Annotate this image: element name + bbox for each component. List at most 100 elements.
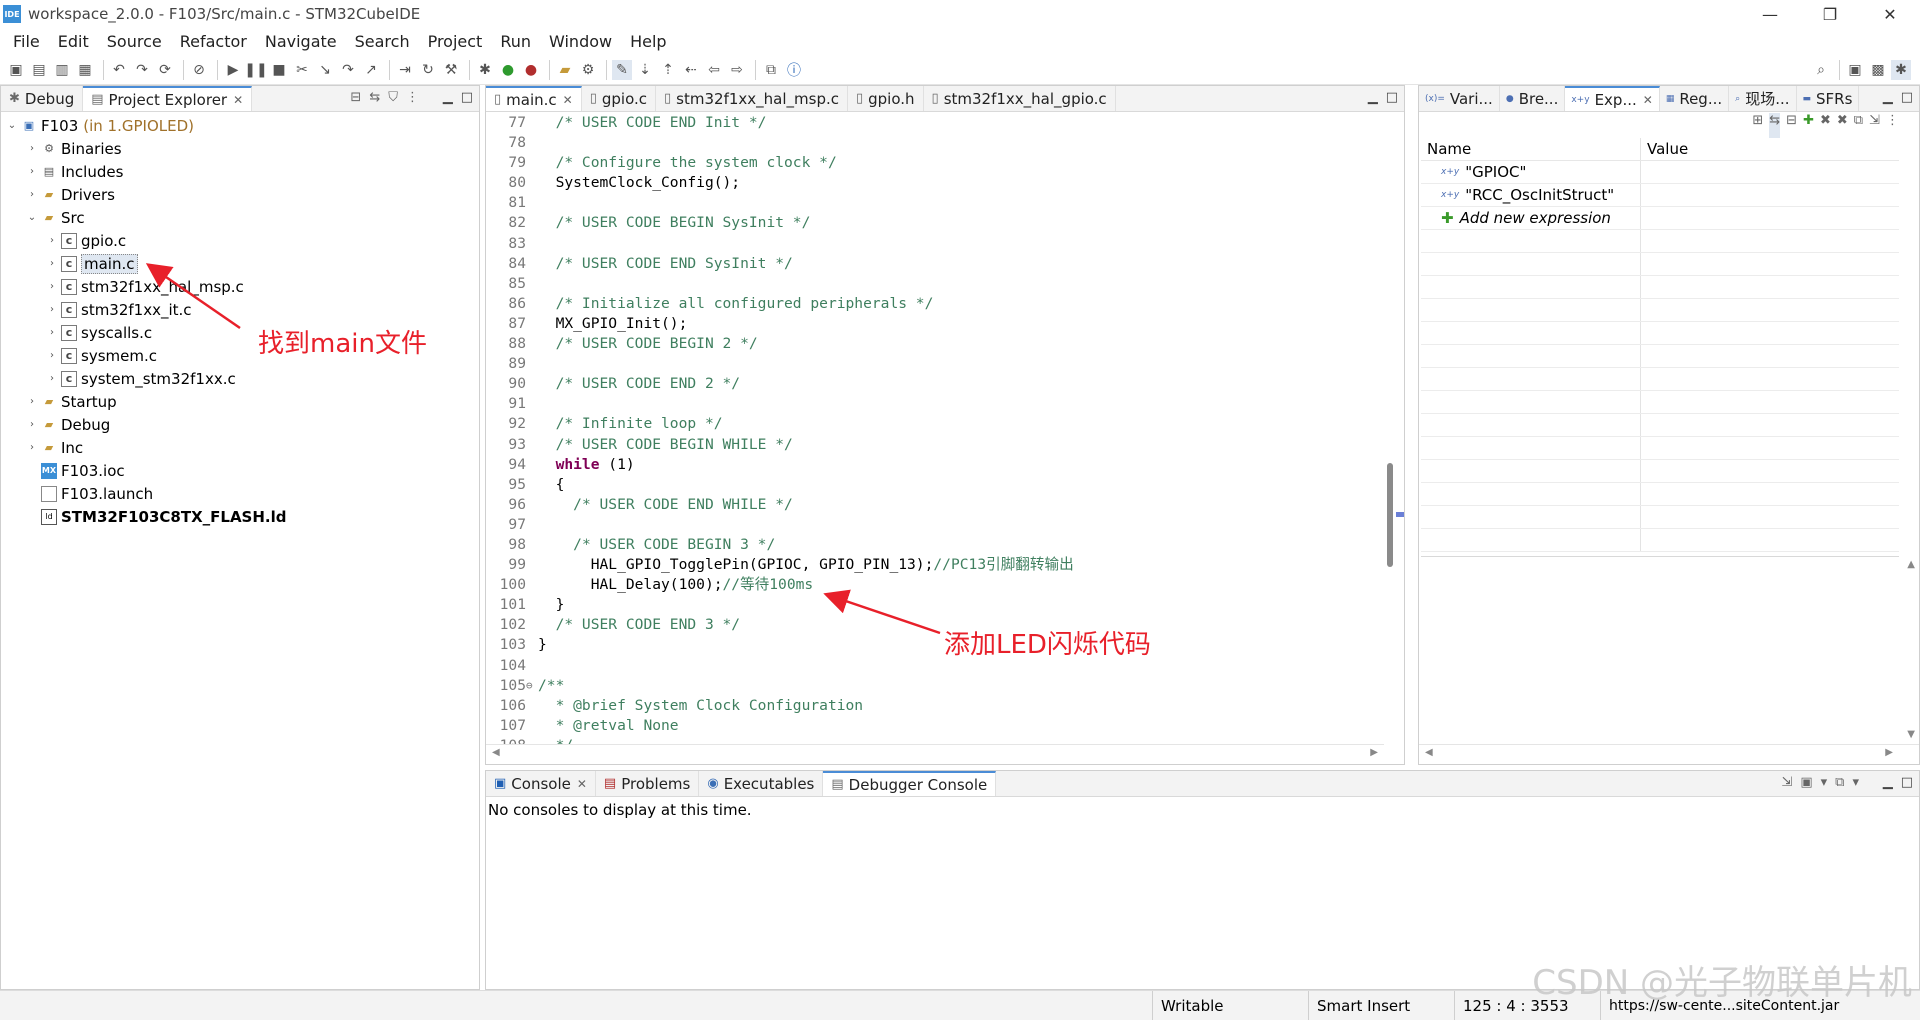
code-line[interactable]: 107 * @retval None <box>486 716 1384 736</box>
close-icon[interactable]: ✕ <box>563 93 573 107</box>
external-tools-icon[interactable]: ● <box>521 60 541 80</box>
code-line[interactable]: 99 HAL_GPIO_TogglePin(GPIOC, GPIO_PIN_13… <box>486 555 1384 575</box>
close-icon[interactable]: ✕ <box>233 93 243 107</box>
highlight-icon[interactable]: ✎ <box>612 59 632 80</box>
refresh-icon[interactable]: ⟳ <box>155 60 175 80</box>
tree-item-project[interactable]: ⌄ ▣ F103 (in 1.GPIOLED) <box>1 114 479 137</box>
tree-item[interactable]: › ▰ Inc <box>1 436 479 459</box>
tree-item[interactable]: › c main.c <box>1 252 479 275</box>
tab-debug-view[interactable]: x+y Exp... ✕ <box>1565 86 1660 111</box>
restart-icon[interactable]: ↻ <box>418 60 438 80</box>
scroll-right-icon[interactable]: ▶ <box>1885 747 1893 758</box>
chevron-right-icon[interactable]: › <box>25 189 39 200</box>
menu-source[interactable]: Source <box>98 32 171 51</box>
scroll-down-icon[interactable]: ▼ <box>1907 729 1915 740</box>
build-icon[interactable]: ⚙ <box>578 60 598 80</box>
pin-console-icon[interactable]: ⇲ <box>1781 775 1792 790</box>
expressions-horizontal-scrollbar[interactable]: ◀ ▶ <box>1419 744 1919 764</box>
chevron-down-icon[interactable]: ⌄ <box>5 120 19 131</box>
remove-all-icon[interactable]: ✖ <box>1837 113 1848 138</box>
code-line[interactable]: 101 } <box>486 595 1384 615</box>
step-into-icon[interactable]: ↘ <box>315 60 335 80</box>
tree-item[interactable]: › c system_stm32f1xx.c <box>1 367 479 390</box>
chevron-right-icon[interactable]: › <box>25 396 39 407</box>
tree-item[interactable]: › ▰ Debug <box>1 413 479 436</box>
terminate-icon[interactable]: ■ <box>269 60 289 80</box>
tab-debug-view[interactable]: ▦ Reg... <box>1660 86 1730 111</box>
tab-debugger-console[interactable]: ▤ Debugger Console <box>823 771 997 796</box>
tab-debug-view[interactable]: ▬ SFRs <box>1797 86 1860 111</box>
tree-item[interactable]: › ⚙ Binaries <box>1 137 479 160</box>
suspend-icon[interactable]: ❚❚ <box>244 60 267 80</box>
code-line[interactable]: 90 /* USER CODE END 2 */ <box>486 374 1384 394</box>
minimize-view-icon[interactable]: ▁ <box>443 90 453 105</box>
pin-icon[interactable]: ⇲ <box>1869 113 1880 138</box>
close-button[interactable]: ✕ <box>1860 0 1920 28</box>
overview-ruler-mark[interactable] <box>1396 512 1404 517</box>
status-insert-mode[interactable]: Smart Insert <box>1308 991 1454 1020</box>
step-return-icon[interactable]: ↗ <box>361 60 381 80</box>
code-line[interactable]: 94 while (1) <box>486 455 1384 475</box>
tab-debug-view[interactable]: ⌕ 现场... <box>1729 86 1797 111</box>
menu-file[interactable]: File <box>4 32 49 51</box>
display-console-icon[interactable]: ▣ <box>1800 775 1812 790</box>
tree-item[interactable]: F103.launch <box>1 482 479 505</box>
prev-annotation-icon[interactable]: ⇡ <box>658 60 678 80</box>
instruction-step-icon[interactable]: ⇥ <box>395 60 415 80</box>
scrollbar-thumb[interactable] <box>1387 463 1393 567</box>
tab-stm32f1xx-hal-gpio-c[interactable]: ▯ stm32f1xx_hal_gpio.c <box>924 86 1116 111</box>
code-line[interactable]: 103} <box>486 635 1384 655</box>
code-line[interactable]: 80 SystemClock_Config(); <box>486 173 1384 193</box>
minimize-button[interactable]: — <box>1740 0 1800 28</box>
chevron-right-icon[interactable]: › <box>45 350 59 361</box>
code-line[interactable]: 78 <box>486 133 1384 153</box>
code-line[interactable]: 91 <box>486 394 1384 414</box>
scroll-left-icon[interactable]: ◀ <box>492 747 500 758</box>
chevron-down-icon[interactable]: ▾ <box>1821 775 1828 790</box>
show-logical-structure-icon[interactable]: ⇆ <box>1769 113 1781 138</box>
add-expression-icon[interactable]: ✚ <box>1803 113 1814 138</box>
chevron-right-icon[interactable]: › <box>45 373 59 384</box>
open-folder-icon[interactable]: ▰ <box>555 60 575 80</box>
collapse-all-icon[interactable]: ⊟ <box>350 90 361 105</box>
tree-item[interactable]: › ▰ Drivers <box>1 183 479 206</box>
tree-item[interactable]: ⌄ ▰ Src <box>1 206 479 229</box>
tab-gpio-h[interactable]: ▯ gpio.h <box>848 86 924 111</box>
link-editor-icon[interactable]: ⇆ <box>369 90 380 105</box>
editor-vertical-scrollbar[interactable] <box>1384 113 1396 744</box>
maximize-view-icon[interactable]: □ <box>461 90 473 105</box>
filter-icon[interactable]: ⛉ <box>388 90 398 105</box>
scroll-up-icon[interactable]: ▲ <box>1907 559 1915 570</box>
undo-icon[interactable]: ↶ <box>109 60 129 80</box>
maximize-view-icon[interactable]: □ <box>1901 775 1913 790</box>
open-perspective-icon[interactable]: ⧉ <box>761 60 781 80</box>
code-line[interactable]: 83 <box>486 234 1384 254</box>
disconnect-icon[interactable]: ✂ <box>292 60 312 80</box>
view-menu-icon[interactable]: ⋮ <box>1886 113 1899 138</box>
tree-item[interactable]: ld STM32F103C8TX_FLASH.ld <box>1 505 479 528</box>
code-line[interactable]: 89 <box>486 354 1384 374</box>
chevron-right-icon[interactable]: › <box>45 235 59 246</box>
code-line[interactable]: 106 * @brief System Clock Configuration <box>486 696 1384 716</box>
code-line[interactable]: 98 /* USER CODE BEGIN 3 */ <box>486 535 1384 555</box>
table-row[interactable]: x+y "GPIOC" <box>1421 161 1899 184</box>
chevron-right-icon[interactable]: › <box>45 258 59 269</box>
skip-breakpoints-icon[interactable]: ⊘ <box>189 60 209 80</box>
remove-expression-icon[interactable]: ✖ <box>1820 113 1831 138</box>
save-icon[interactable]: ▤ <box>29 60 49 80</box>
tab-gpio-c[interactable]: ▯ gpio.c <box>582 86 657 111</box>
maximize-button[interactable]: ❐ <box>1800 0 1860 28</box>
code-text-area[interactable]: 77 /* USER CODE END Init */78 79 /* Confi… <box>486 113 1384 744</box>
tab-debug-view[interactable]: (x)= Vari... <box>1419 86 1500 111</box>
editor-horizontal-scrollbar[interactable]: ◀ ▶ <box>486 744 1384 764</box>
collapse-all-icon[interactable]: ⊟ <box>1786 113 1797 138</box>
reset-chip-icon[interactable]: ⚒ <box>441 60 461 80</box>
back-icon[interactable]: ⇦ <box>704 60 724 80</box>
redo-icon[interactable]: ↷ <box>132 60 152 80</box>
name-column-header[interactable]: Name <box>1421 138 1641 160</box>
code-line[interactable]: 88 /* USER CODE BEGIN 2 */ <box>486 334 1384 354</box>
chevron-right-icon[interactable]: › <box>25 442 39 453</box>
chevron-right-icon[interactable]: › <box>45 304 59 315</box>
code-line[interactable]: 95 { <box>486 475 1384 495</box>
fold-toggle-icon[interactable]: ⊖ <box>526 676 538 696</box>
